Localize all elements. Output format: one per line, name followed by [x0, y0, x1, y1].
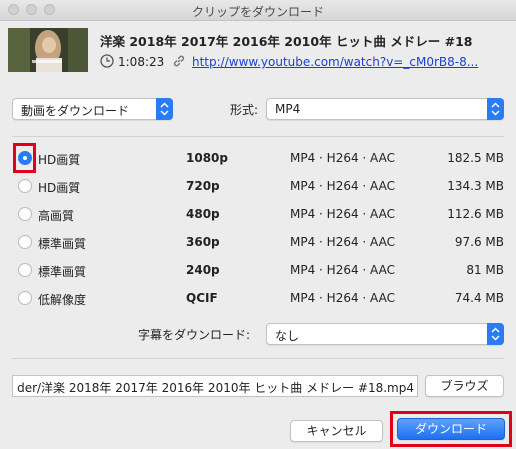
- action-popup[interactable]: 動画をダウンロード: [12, 98, 173, 120]
- subtitles-label: 字幕をダウンロード:: [138, 328, 251, 342]
- quality-radio[interactable]: [18, 291, 32, 305]
- action-popup-value: 動画をダウンロード: [21, 104, 130, 118]
- popup-arrows-icon: [156, 98, 173, 120]
- resolution-label: QCIF: [186, 291, 218, 305]
- video-thumbnail: [8, 28, 88, 72]
- codec-label: MP4 · H264 · AAC: [290, 235, 395, 249]
- cancel-button[interactable]: キャンセル: [290, 420, 383, 442]
- selection-highlight-frame: [13, 143, 36, 173]
- window-title: クリップをダウンロード: [191, 5, 324, 19]
- quality-radio[interactable]: [18, 235, 32, 249]
- file-size: 97.6 MB: [454, 235, 504, 249]
- quality-label: 高画質: [38, 209, 75, 223]
- title-bar: クリップをダウンロード: [0, 0, 516, 21]
- format-label: 形式:: [230, 103, 259, 117]
- format-popup-value: MP4: [275, 102, 301, 116]
- resolution-label: 360p: [186, 235, 220, 249]
- save-path-value: der/洋楽 2018年 2017年 2016年 2010年 ヒット曲 メドレー…: [17, 381, 414, 395]
- codec-label: MP4 · H264 · AAC: [290, 179, 395, 193]
- quality-row[interactable]: 高画質 480p MP4 · H264 · AAC 112.6 MB: [0, 203, 516, 225]
- subtitles-popup-value: なし: [275, 329, 300, 343]
- resolution-label: 720p: [186, 179, 220, 193]
- divider: [12, 358, 504, 359]
- file-size: 81 MB: [466, 263, 504, 277]
- codec-label: MP4 · H264 · AAC: [290, 151, 395, 165]
- format-popup[interactable]: MP4: [266, 98, 504, 120]
- popup-arrows-icon: [487, 98, 504, 120]
- codec-label: MP4 · H264 · AAC: [290, 291, 395, 305]
- video-title: 洋楽 2018年 2017年 2016年 2010年 ヒット曲 メドレー #18: [100, 34, 473, 49]
- file-size: 112.6 MB: [447, 207, 504, 221]
- clock-icon: [100, 54, 114, 68]
- quality-label: 低解像度: [38, 293, 87, 307]
- quality-row[interactable]: 標準画質 360p MP4 · H264 · AAC 97.6 MB: [0, 231, 516, 253]
- quality-label: 標準画質: [38, 237, 87, 251]
- video-url-link[interactable]: http://www.youtube.com/watch?v=_cM0rB8-8…: [192, 55, 478, 69]
- quality-row[interactable]: HD画質 720p MP4 · H264 · AAC 134.3 MB: [0, 175, 516, 197]
- file-size: 134.3 MB: [447, 179, 504, 193]
- divider: [12, 136, 504, 137]
- quality-radio[interactable]: [18, 179, 32, 193]
- browse-button[interactable]: ブラウズ: [425, 375, 504, 397]
- quality-label: 標準画質: [38, 265, 87, 279]
- link-icon: [173, 55, 185, 67]
- quality-radio[interactable]: [18, 263, 32, 277]
- quality-row[interactable]: 標準画質 240p MP4 · H264 · AAC 81 MB: [0, 259, 516, 281]
- codec-label: MP4 · H264 · AAC: [290, 207, 395, 221]
- resolution-label: 480p: [186, 207, 220, 221]
- quality-label: HD画質: [38, 181, 81, 195]
- resolution-label: 240p: [186, 263, 220, 277]
- popup-arrows-icon: [487, 323, 504, 345]
- save-path-field[interactable]: der/洋楽 2018年 2017年 2016年 2010年 ヒット曲 メドレー…: [12, 375, 418, 397]
- file-size: 182.5 MB: [447, 151, 504, 165]
- download-dialog: クリップをダウンロード 洋楽 2018年 2017年 2016年 2010年 ヒ…: [0, 0, 516, 449]
- codec-label: MP4 · H264 · AAC: [290, 263, 395, 277]
- video-duration: 1:08:23: [118, 55, 165, 69]
- subtitles-popup[interactable]: なし: [266, 323, 504, 345]
- download-highlight-frame: [390, 411, 512, 447]
- quality-row[interactable]: 低解像度 QCIF MP4 · H264 · AAC 74.4 MB: [0, 287, 516, 309]
- quality-radio[interactable]: [18, 207, 32, 221]
- quality-label: HD画質: [38, 153, 81, 167]
- file-size: 74.4 MB: [454, 291, 504, 305]
- resolution-label: 1080p: [186, 151, 228, 165]
- quality-row[interactable]: HD画質 1080p MP4 · H264 · AAC 182.5 MB: [0, 147, 516, 169]
